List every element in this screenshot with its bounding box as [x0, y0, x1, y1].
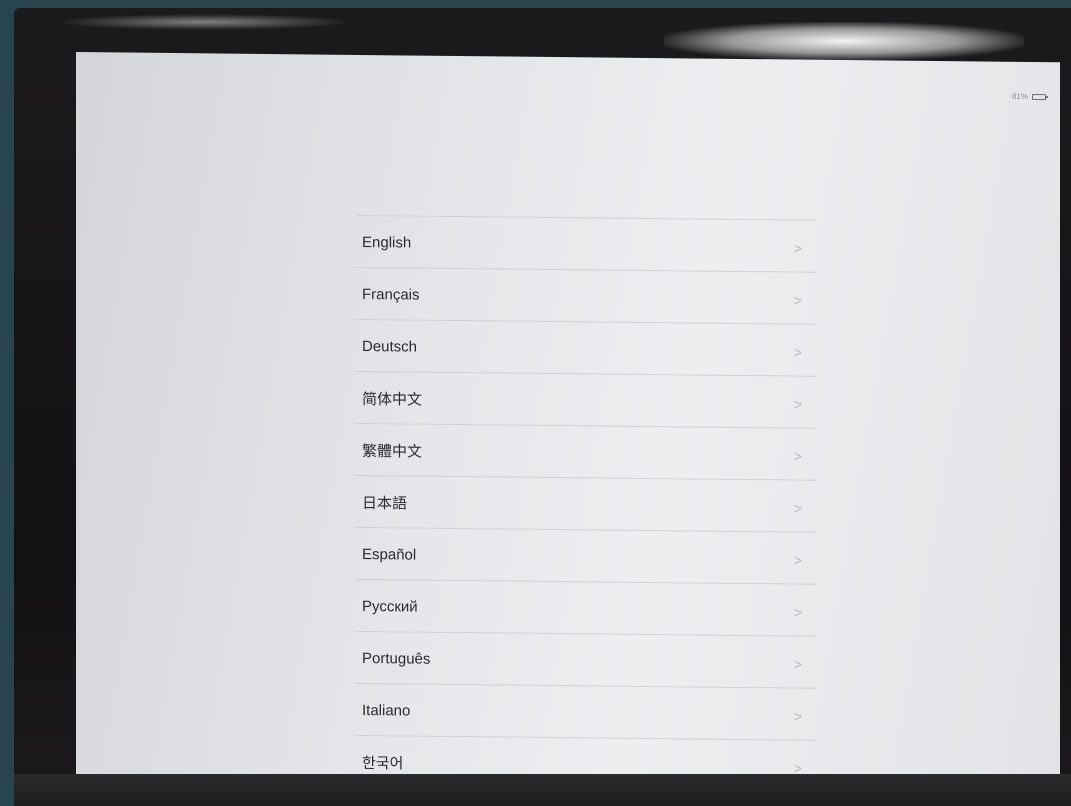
battery-percentage: 81% [1011, 91, 1028, 101]
chevron-right-icon: > [793, 240, 802, 257]
chevron-right-icon: > [793, 604, 802, 621]
chevron-right-icon: > [793, 292, 802, 309]
language-label: Português [362, 649, 431, 668]
chevron-right-icon: > [793, 396, 802, 413]
language-label: Русский [362, 597, 418, 616]
language-label: 简体中文 [362, 390, 423, 409]
language-label: Español [362, 545, 417, 564]
chevron-right-icon: > [793, 552, 802, 569]
language-list: English > Français > Deutsch > 简体中文 > 繁體 [346, 214, 816, 793]
language-label: English [362, 233, 412, 252]
chevron-right-icon: > [793, 344, 802, 361]
battery-icon [1032, 93, 1046, 100]
language-item-espanol[interactable]: Español > [346, 528, 816, 585]
ipad-device: 81% English > Français > Deutsch > 简体中文 [14, 8, 1071, 806]
language-label: Italiano [362, 701, 411, 720]
language-label: 한국어 [362, 754, 404, 772]
chevron-right-icon: > [793, 500, 802, 517]
language-item-simplified-chinese[interactable]: 简体中文 > [346, 372, 816, 429]
chevron-right-icon: > [793, 708, 802, 725]
status-bar: 81% [1012, 92, 1046, 101]
setup-screen: 81% English > Français > Deutsch > 简体中文 [76, 52, 1060, 793]
language-label: Deutsch [362, 337, 418, 356]
screen-glare [664, 22, 1024, 60]
chevron-right-icon: > [793, 448, 802, 465]
screen-glare [54, 14, 354, 30]
language-item-english[interactable]: English > [346, 216, 816, 273]
chevron-right-icon: > [793, 656, 802, 673]
language-label: 日本語 [362, 494, 408, 512]
language-item-japanese[interactable]: 日本語 > [346, 476, 816, 533]
language-item-portugues[interactable]: Português > [346, 632, 816, 689]
language-item-deutsch[interactable]: Deutsch > [346, 320, 816, 377]
language-label: 繁體中文 [362, 442, 423, 461]
language-label: Français [362, 285, 420, 304]
language-item-traditional-chinese[interactable]: 繁體中文 > [346, 424, 816, 481]
language-item-russian[interactable]: Русский > [346, 580, 816, 637]
device-bezel-bottom [14, 774, 1071, 806]
language-item-italiano[interactable]: Italiano > [346, 684, 816, 741]
language-item-francais[interactable]: Français > [346, 268, 816, 325]
